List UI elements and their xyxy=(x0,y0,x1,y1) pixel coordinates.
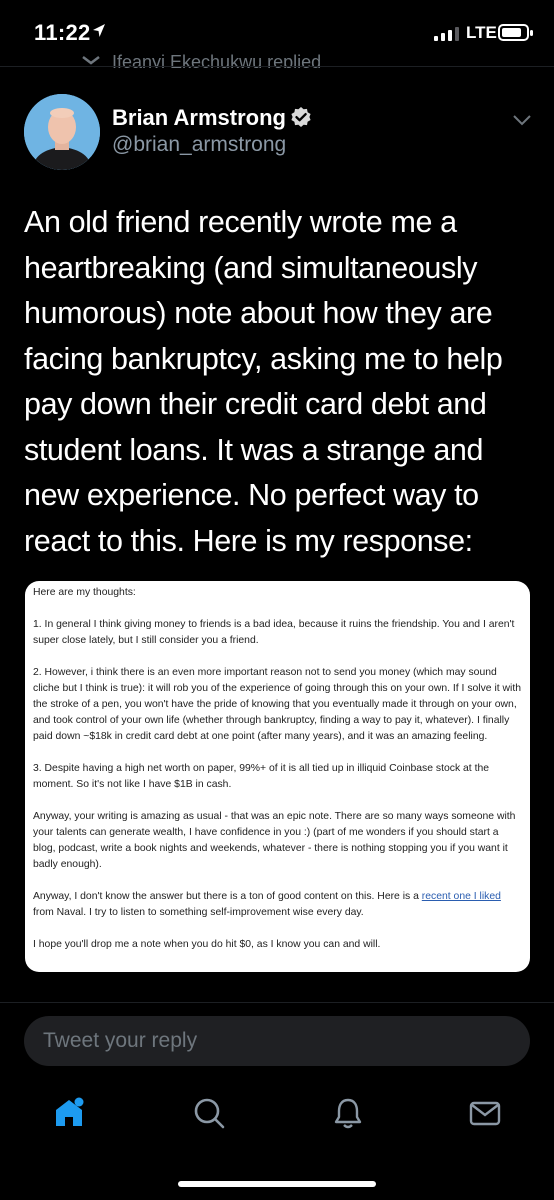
author-name[interactable]: Brian Armstrong xyxy=(112,105,286,131)
reply-input[interactable]: Tweet your reply xyxy=(24,1016,530,1066)
note-point-1: 1. In general I think giving money to fr… xyxy=(33,619,515,646)
bell-icon[interactable] xyxy=(331,1096,365,1130)
status-time: 11:22 xyxy=(34,20,91,45)
search-icon[interactable] xyxy=(192,1096,226,1130)
note-answer-before: Anyway, I don't know the answer but ther… xyxy=(33,891,422,902)
author-avatar[interactable] xyxy=(24,94,100,170)
reply-divider xyxy=(0,1002,554,1003)
avatar-portrait xyxy=(24,94,100,170)
note-intro: Here are my thoughts: xyxy=(33,587,136,598)
chevron-down-icon[interactable] xyxy=(512,114,532,126)
note-answer-paragraph: Anyway, I don't know the answer but ther… xyxy=(33,889,522,921)
location-arrow-icon xyxy=(93,24,105,37)
reply-placeholder: Tweet your reply xyxy=(43,1029,198,1052)
signal-strength-icon xyxy=(434,27,459,41)
note-answer-after: from Naval. I try to listen to something… xyxy=(33,907,364,918)
header-divider xyxy=(0,66,554,67)
battery-icon xyxy=(498,24,533,41)
note-writing-paragraph: Anyway, your writing is amazing as usual… xyxy=(33,811,516,870)
tweet-text: An old friend recently wrote me a heartb… xyxy=(24,205,503,558)
reply-arrow-icon xyxy=(82,56,100,65)
author-handle[interactable]: @brian_armstrong xyxy=(112,133,286,157)
verified-badge-icon xyxy=(291,107,311,127)
mail-icon[interactable] xyxy=(468,1096,502,1130)
home-icon[interactable] xyxy=(52,1096,86,1130)
network-type: LTE xyxy=(466,23,497,42)
home-indicator[interactable] xyxy=(178,1181,376,1187)
attached-note-image[interactable]: Here are my thoughts: 1. In general I th… xyxy=(25,581,530,972)
note-point-3: 3. Despite having a high net worth on pa… xyxy=(33,763,490,790)
recent-one-link[interactable]: recent one I liked xyxy=(422,891,501,902)
note-closing: I hope you'll drop me a note when you do… xyxy=(33,939,381,950)
note-point-2: 2. However, i think there is an even mor… xyxy=(33,667,522,742)
